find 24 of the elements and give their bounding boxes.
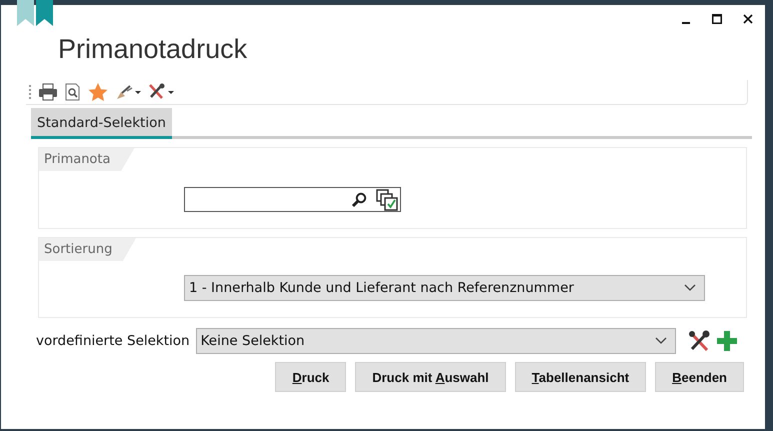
button[interactable]: Tabellenansicht	[514, 362, 646, 392]
close-icon[interactable]	[743, 14, 753, 24]
dropdown[interactable]: 1 - Innerhalb Kunde und Lieferant nach Referenznummer	[184, 275, 705, 301]
search-icon[interactable]	[351, 192, 367, 208]
printer-icon[interactable]	[38, 83, 58, 101]
lookup-field[interactable]	[184, 187, 401, 212]
bookmark-icon	[17, 0, 53, 26]
chevron-down-icon	[684, 284, 696, 292]
tools-dropdown-icon[interactable]	[148, 83, 174, 101]
windows-check-icon[interactable]	[376, 188, 398, 210]
button[interactable]: Druck	[275, 362, 346, 392]
dropdown-label: vordefinierte Selektion	[36, 333, 190, 349]
tools-icon[interactable]	[688, 330, 710, 352]
brush-dropdown-icon[interactable]	[115, 83, 141, 101]
plus-icon[interactable]	[716, 330, 738, 352]
button[interactable]: Druck mit Auswahl	[355, 362, 506, 392]
window-title: Primanotadruck	[57, 33, 248, 66]
chevron-down-icon	[654, 337, 667, 345]
tab[interactable]: Standard-Selektion	[31, 108, 172, 139]
preview-icon[interactable]	[65, 83, 81, 101]
dropdown[interactable]: Keine Selektion	[196, 328, 676, 354]
button[interactable]: Beenden	[655, 362, 744, 392]
maximize-icon[interactable]	[712, 14, 722, 24]
star-icon[interactable]	[88, 82, 108, 102]
